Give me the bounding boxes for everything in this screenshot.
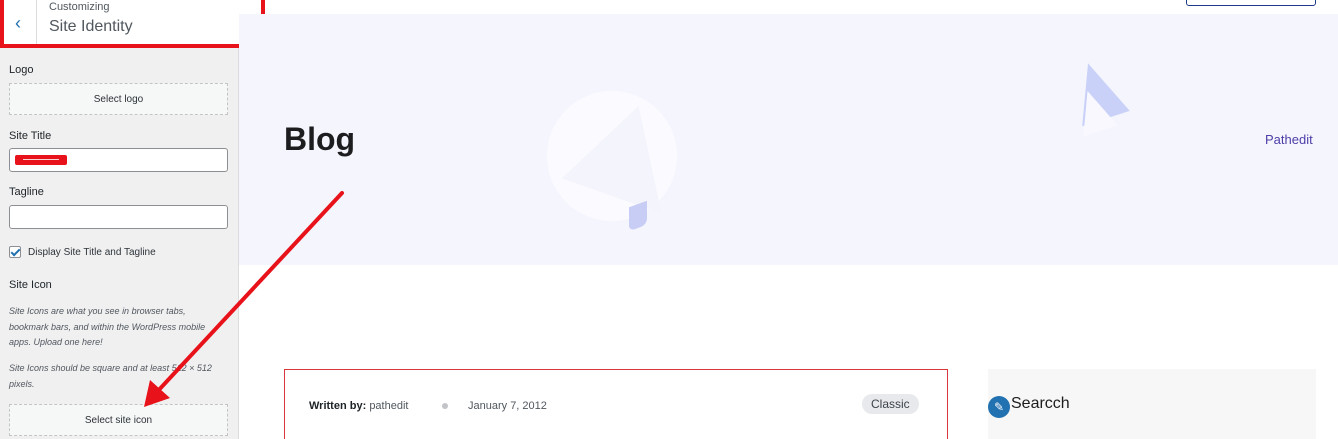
customizer-header: ‹ Customizing Site Identity (0, 0, 239, 46)
tagline-label: Tagline (9, 186, 44, 198)
page-title: Blog (284, 121, 356, 157)
header-button[interactable] (1186, 0, 1316, 6)
category-badge[interactable]: Classic (862, 394, 919, 414)
site-icon-label: Site Icon (9, 279, 52, 291)
screen: ‹ Customizing Site Identity Logo Select … (0, 0, 1338, 439)
display-title-label: Display Site Title and Tagline (28, 247, 156, 258)
site-link[interactable]: Pathedit (1265, 132, 1313, 147)
written-by-label: Written by: (309, 400, 367, 412)
logo-label: Logo (9, 64, 34, 76)
widget-title: Searcch (1011, 395, 1070, 412)
site-title-input[interactable] (9, 148, 228, 172)
search-widget: ✎ Searcch (988, 369, 1316, 439)
meta-separator (442, 403, 448, 409)
redacted-site-title (15, 155, 67, 165)
customizing-label: Customizing (49, 1, 110, 13)
pencil-icon[interactable]: ✎ (988, 396, 1010, 418)
back-button[interactable]: ‹ (0, 0, 37, 46)
select-logo-button[interactable]: Select logo (9, 83, 228, 115)
site-icon-description: Site Icons are what you see in browser t… (9, 306, 206, 347)
display-title-checkbox[interactable] (9, 246, 21, 258)
select-site-icon-button[interactable]: Select site icon (9, 404, 228, 436)
customizer-panel: ‹ Customizing Site Identity Logo Select … (0, 0, 239, 439)
post-card: Written by: pathedit January 7, 2012 Cla… (284, 369, 948, 439)
decorative-shape (629, 200, 647, 232)
chevron-left-icon: ‹ (15, 12, 21, 33)
site-icon-requirement: Site Icons should be square and at least… (9, 363, 212, 389)
site-title-label: Site Title (9, 130, 52, 142)
post-date[interactable]: January 7, 2012 (468, 400, 547, 412)
tagline-input[interactable] (9, 205, 228, 229)
post-author-link[interactable]: pathedit (369, 400, 408, 412)
hero-banner (239, 14, 1338, 265)
post-byline: Written by: pathedit (309, 400, 408, 412)
section-title: Site Identity (49, 18, 133, 35)
